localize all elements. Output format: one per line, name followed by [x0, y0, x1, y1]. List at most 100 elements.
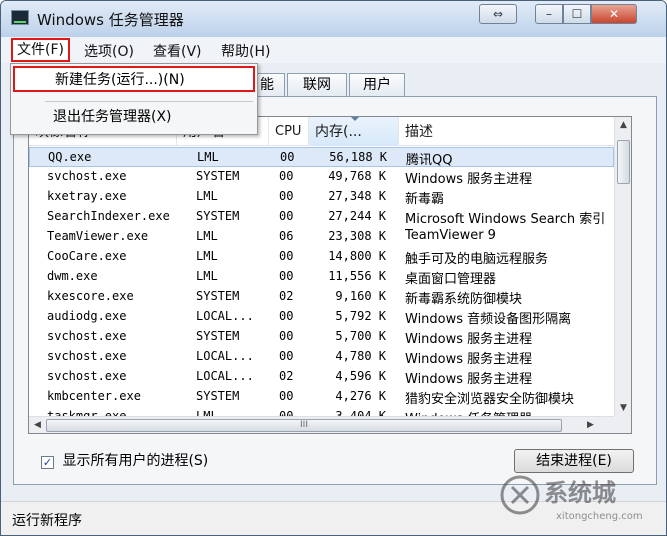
maximize-button[interactable]: ☐ [563, 4, 591, 24]
process-row[interactable]: svchost.exe LOCAL... 00 4,780 K Windows 服务主进… [29, 347, 614, 367]
process-cpu-cell: 02 [279, 289, 294, 303]
vertical-scroll-thumb[interactable] [617, 140, 630, 184]
column-description[interactable]: 描述 [399, 117, 614, 146]
column-cpu[interactable]: CPU [269, 117, 309, 146]
process-cpu-cell: 00 [279, 249, 294, 263]
process-row[interactable]: dwm.exe LML 00 11,556 K 桌面窗口管理器 [29, 267, 614, 287]
process-description-cell: 新毒霸系统防御模块 [405, 292, 523, 307]
horizontal-scroll-thumb[interactable]: III [46, 419, 562, 432]
process-description-cell: 新毒霸 [405, 192, 445, 207]
process-description-cell: Windows 音频设备图形隔离 [405, 312, 572, 327]
tab-users[interactable]: 用户 [349, 73, 405, 97]
column-memory[interactable]: 内存(... [309, 117, 399, 146]
process-user-cell: SYSTEM [196, 169, 240, 183]
process-cpu-cell: 02 [279, 369, 294, 383]
process-description-cell: Windows 服务主进程 [405, 372, 533, 387]
process-memory-cell: 49,768 K [328, 169, 386, 183]
menu-view[interactable]: 查看(V) [149, 41, 206, 61]
process-row[interactable]: QQ.exe LML 00 56,188 K 腾讯QQ [29, 147, 614, 168]
menu-item-new-task[interactable]: 新建任务(运行...)(N) [13, 66, 255, 92]
process-name-cell: svchost.exe [47, 369, 127, 383]
process-description-cell: Windows 服务主进程 [405, 332, 533, 347]
process-cpu-cell: 00 [279, 349, 294, 363]
restore-button[interactable]: ⇔ [479, 4, 517, 24]
horizontal-scrollbar[interactable]: ◀ III ▶ [29, 416, 616, 433]
process-cpu-cell: 00 [280, 150, 295, 164]
process-memory-cell: 4,276 K [335, 389, 386, 403]
process-user-cell: LML [197, 150, 219, 164]
process-name-cell: QQ.exe [48, 150, 92, 164]
process-name-cell: SearchIndexer.exe [47, 209, 170, 223]
process-name-cell: svchost.exe [47, 329, 127, 343]
menu-item-exit[interactable]: 退出任务管理器(X) [11, 105, 257, 131]
menu-file[interactable]: 文件(F) [11, 38, 70, 62]
process-name-cell: TeamViewer.exe [47, 229, 149, 243]
process-memory-cell: 9,160 K [335, 289, 386, 303]
tab-networking[interactable]: 联网 [287, 73, 347, 97]
site-watermark-logo: 系统城 xitongcheng.com [500, 475, 643, 522]
process-cpu-cell: 00 [279, 189, 294, 203]
process-description-cell: 触手可及的电脑远程服务 [405, 252, 549, 267]
process-name-cell: dwm.exe [47, 269, 98, 283]
process-row[interactable]: svchost.exe SYSTEM 00 49,768 K Windows 服务主进程 [29, 167, 614, 187]
file-menu-dropdown: 新建任务(运行...)(N) 退出任务管理器(X) [10, 63, 258, 135]
watermark-url: xitongcheng.com [556, 511, 643, 522]
process-cpu-cell: 06 [279, 229, 294, 243]
process-cpu-cell: 00 [279, 309, 294, 323]
process-memory-cell: 27,348 K [328, 189, 386, 203]
process-row[interactable]: svchost.exe SYSTEM 00 5,700 K Windows 服务主进程 [29, 327, 614, 347]
process-user-cell: LOCAL... [196, 369, 254, 383]
process-list[interactable]: 映像名称 用户名 CPU 内存(... 描述 QQ.exeLML0056,188… [28, 116, 632, 434]
process-user-cell: SYSTEM [196, 389, 240, 403]
menu-options[interactable]: 选项(O) [80, 41, 138, 61]
process-user-cell: SYSTEM [196, 209, 240, 223]
process-row[interactable]: kmbcenter.exe SYSTEM 00 4,276 K 猎豹安全浏览器安全防御模… [29, 387, 614, 407]
scroll-corner [614, 416, 631, 433]
process-row[interactable]: CooCare.exe LML 00 14,800 K 触手可及的电脑远程服务 [29, 247, 614, 267]
task-manager-window: Windows 任务管理器 ⇔ – ☐ ✕ 文件(F) 选项(O) 查看(V) … [0, 0, 667, 536]
process-memory-cell: 5,700 K [335, 329, 386, 343]
minimize-button[interactable]: – [535, 4, 563, 24]
process-row[interactable]: kxescore.exe SYSTEM 02 9,160 K 新毒霸系统防御模块 [29, 287, 614, 307]
menu-separator [45, 101, 253, 102]
scroll-up-icon[interactable]: ▲ [615, 117, 631, 134]
scroll-left-icon[interactable]: ◀ [29, 417, 46, 433]
process-memory-cell: 4,780 K [335, 349, 386, 363]
process-memory-cell: 27,244 K [328, 209, 386, 223]
show-all-users-label: 显示所有用户的进程(S) [62, 453, 209, 469]
process-user-cell: LML [196, 189, 218, 203]
process-user-cell: LOCAL... [196, 349, 254, 363]
process-cpu-cell: 00 [279, 389, 294, 403]
process-cpu-cell: 00 [279, 169, 294, 183]
show-all-users-option[interactable]: ✓ 显示所有用户的进程(S) [41, 450, 208, 470]
process-memory-cell: 4,596 K [335, 369, 386, 383]
process-name-cell: kmbcenter.exe [47, 389, 141, 403]
process-memory-cell: 11,556 K [328, 269, 386, 283]
close-button[interactable]: ✕ [591, 4, 637, 24]
scroll-down-icon[interactable]: ▼ [615, 400, 631, 417]
process-name-cell: audiodg.exe [47, 309, 127, 323]
process-memory-cell: 14,800 K [328, 249, 386, 263]
process-description-cell: 猎豹安全浏览器安全防御模块 [405, 392, 575, 407]
process-row[interactable]: SearchIndexer.exe SYSTEM 00 27,244 K Microso… [29, 207, 614, 227]
scroll-right-icon[interactable]: ▶ [582, 417, 599, 433]
process-cpu-cell: 00 [279, 269, 294, 283]
process-row[interactable]: kxetray.exe LML 00 27,348 K 新毒霸 [29, 187, 614, 207]
process-row[interactable]: TeamViewer.exe LML 06 23,308 K TeamViewer 9 [29, 227, 614, 247]
process-description-cell: TeamViewer 9 [405, 228, 496, 243]
process-description-cell: 桌面窗口管理器 [405, 272, 497, 287]
vertical-scrollbar[interactable]: ▲ ▼ [614, 117, 631, 417]
watermark-text: 系统城 [544, 479, 616, 507]
sort-descending-icon [351, 117, 359, 121]
process-row[interactable]: svchost.exe LOCAL... 02 4,596 K Windows 服务主进… [29, 367, 614, 387]
show-all-users-checkbox[interactable]: ✓ [41, 456, 54, 469]
process-row[interactable]: audiodg.exe LOCAL... 00 5,792 K Windows 音频设备… [29, 307, 614, 327]
process-name-cell: svchost.exe [47, 169, 127, 183]
process-memory-cell: 56,188 K [329, 150, 387, 164]
process-user-cell: LML [196, 269, 218, 283]
process-description-cell: 腾讯QQ [406, 153, 453, 168]
window-title: Windows 任务管理器 [37, 11, 184, 29]
menu-help[interactable]: 帮助(H) [217, 41, 274, 61]
title-bar: Windows 任务管理器 ⇔ – ☐ ✕ [1, 1, 666, 37]
process-name-cell: kxetray.exe [47, 189, 127, 203]
